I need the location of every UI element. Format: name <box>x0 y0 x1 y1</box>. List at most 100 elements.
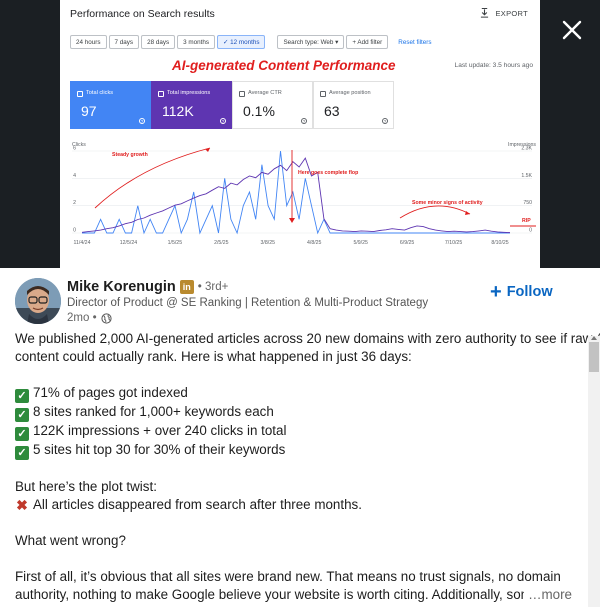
metric-label: Average CTR <box>248 90 282 96</box>
bullet-item: ✓ 5 sites hit top 30 for 30% of their key… <box>15 441 587 460</box>
reset-filters: Reset filters <box>398 38 432 46</box>
body-line: We published 2,000 AI-generated articles… <box>15 331 600 346</box>
metric-value: 0.1% <box>243 103 275 119</box>
scroll-up-arrow-icon[interactable] <box>591 336 597 340</box>
linkedin-post: Mike Korenugin in • 3rd+ Director of Pro… <box>0 268 600 607</box>
search-type-filter: Search type: Web ▾ <box>277 35 345 49</box>
check-mark-icon: ✓ <box>15 427 29 441</box>
metric-average-position: Average position 63 ? <box>313 81 394 129</box>
filter-28-days: 28 days <box>141 35 176 49</box>
y-right-tick-label: 2.3K <box>521 146 532 152</box>
flop-arrowhead <box>289 218 295 223</box>
cross-mark-icon: ✖ <box>16 497 28 513</box>
date-filters: 24 hours 7 days 28 days 3 months ✓ 12 mo… <box>70 35 432 49</box>
annotation-minor-activity: Some minor signs of activity <box>412 200 483 206</box>
check-mark-icon: ✓ <box>15 389 29 403</box>
x-tick-label: 1/5/25 <box>168 240 183 246</box>
filter-24-hours: 24 hours <box>70 35 107 49</box>
bullet-text: 71% of pages got indexed <box>33 385 188 400</box>
body-line-last: authority, nothing to make Google believ… <box>15 586 587 604</box>
x-tick-label: 3/8/25 <box>261 240 276 246</box>
bullet-item: ✓ 71% of pages got indexed <box>15 384 587 403</box>
linkedin-premium-icon: in <box>179 280 194 294</box>
connection-degree: • 3rd+ <box>197 281 229 293</box>
x-tick-label: 4/8/25 <box>307 240 322 246</box>
add-filter: + Add filter <box>346 35 389 49</box>
author-name[interactable]: Mike Korenugin <box>67 279 176 295</box>
annotation-steady-growth: Steady growth <box>112 152 148 158</box>
y-left-tick-label: 2 <box>73 200 76 206</box>
body-line: First of all, it’s obvious that all site… <box>15 569 561 584</box>
check-mark-icon: ✓ <box>15 408 29 422</box>
y-right-tick-label: 0 <box>529 228 532 234</box>
gsc-title: Performance on Search results <box>70 8 215 20</box>
follow-label: Follow <box>506 284 553 300</box>
bullet-item: ✓ 8 sites ranked for 1,000+ keywords each <box>15 403 587 422</box>
metric-average-ctr: Average CTR 0.1% ? <box>232 81 313 129</box>
bullet-text: 8 sites ranked for 1,000+ keywords each <box>33 404 274 419</box>
x-tick-label: 2/5/25 <box>214 240 229 246</box>
post-media: Performance on Search results EXPORT 24 … <box>0 0 600 268</box>
bullet-text: All articles disappeared from search aft… <box>33 497 362 512</box>
help-icon: ? <box>220 118 226 124</box>
filter-7-days: 7 days <box>108 35 140 49</box>
metric-label: Average position <box>329 90 371 96</box>
x-tick-label: 8/10/25 <box>491 240 508 246</box>
help-icon: ? <box>301 118 307 124</box>
y-left-tick-label: 4 <box>73 173 76 179</box>
post-time: 2mo • <box>67 312 97 324</box>
checkbox-icon <box>239 91 245 97</box>
close-icon <box>562 20 582 40</box>
growth-arrowhead <box>205 148 210 152</box>
globe-icon <box>101 312 112 324</box>
chart-svg: Clicks Impressions6 2.3K4 1.5K2 7500 011/4/24… <box>72 142 536 246</box>
filter-3-months: 3 months <box>177 35 216 49</box>
export-button: EXPORT <box>480 8 528 18</box>
plus-icon: + <box>490 281 502 303</box>
help-icon: ? <box>382 118 388 124</box>
body-line: content could actually rank. Here is wha… <box>15 349 412 364</box>
follow-button[interactable]: + Follow <box>490 281 553 303</box>
checkbox-icon <box>158 91 164 97</box>
author-line: Mike Korenugin in • 3rd+ <box>67 279 228 295</box>
body-line: But here’s the plot twist: <box>15 479 157 494</box>
filter-12-months: ✓ 12 months <box>217 35 266 49</box>
performance-chart: Clicks Impressions 6 2.3K 4 1.5K 2 750 0 0 11/4/24… <box>70 138 536 250</box>
y-right-tick-label: 750 <box>523 200 532 206</box>
export-label: EXPORT <box>495 8 528 18</box>
scroll-thumb[interactable] <box>589 342 599 372</box>
overlay-title: AI-generated Content Performance <box>172 58 396 73</box>
download-icon <box>481 8 489 18</box>
y-left-tick-label: 0 <box>73 228 76 234</box>
gsc-header: Performance on Search results EXPORT <box>60 0 540 28</box>
body-line: What went wrong? <box>15 533 126 548</box>
close-button[interactable] <box>559 17 585 43</box>
x-tick-label: 7/10/25 <box>445 240 462 246</box>
series-line-clicks <box>82 150 510 235</box>
last-update: Last update: 3.5 hours ago <box>454 62 533 69</box>
metric-value: 112K <box>162 103 194 119</box>
metric-value: 63 <box>324 103 340 119</box>
avatar[interactable] <box>15 278 61 324</box>
metric-total-impressions: Total impressions 112K ? <box>151 81 232 129</box>
metric-value: 97 <box>81 103 97 119</box>
metric-cards: Total clicks 97 ? Total impressions 112K… <box>70 81 394 129</box>
activity-arrow <box>399 205 471 219</box>
see-more-link[interactable]: …more <box>524 586 572 604</box>
metric-total-clicks: Total clicks 97 ? <box>70 81 151 129</box>
checkbox-icon <box>77 91 83 97</box>
annotation-rip: RIP <box>522 218 531 224</box>
metric-label: Total impressions <box>167 90 211 96</box>
x-tick-label: 5/9/25 <box>353 240 368 246</box>
bullet-item: ✖ All articles disappeared from search af… <box>15 496 587 514</box>
scrollbar[interactable] <box>588 336 600 607</box>
y-left-tick-label: 6 <box>73 146 76 152</box>
body-line: authority, nothing to make Google believ… <box>15 587 555 602</box>
metric-label: Total clicks <box>86 90 114 96</box>
x-tick-label: 11/4/24 <box>74 240 91 246</box>
author-headline: Director of Product @ SE Ranking | Reten… <box>67 297 429 309</box>
y-right-tick-label: 1.5K <box>521 173 532 179</box>
profile-photo <box>15 278 61 324</box>
check-mark-icon: ✓ <box>15 446 29 460</box>
bullet-item: ✓ 122K impressions + over 240 clicks in t… <box>15 422 587 441</box>
